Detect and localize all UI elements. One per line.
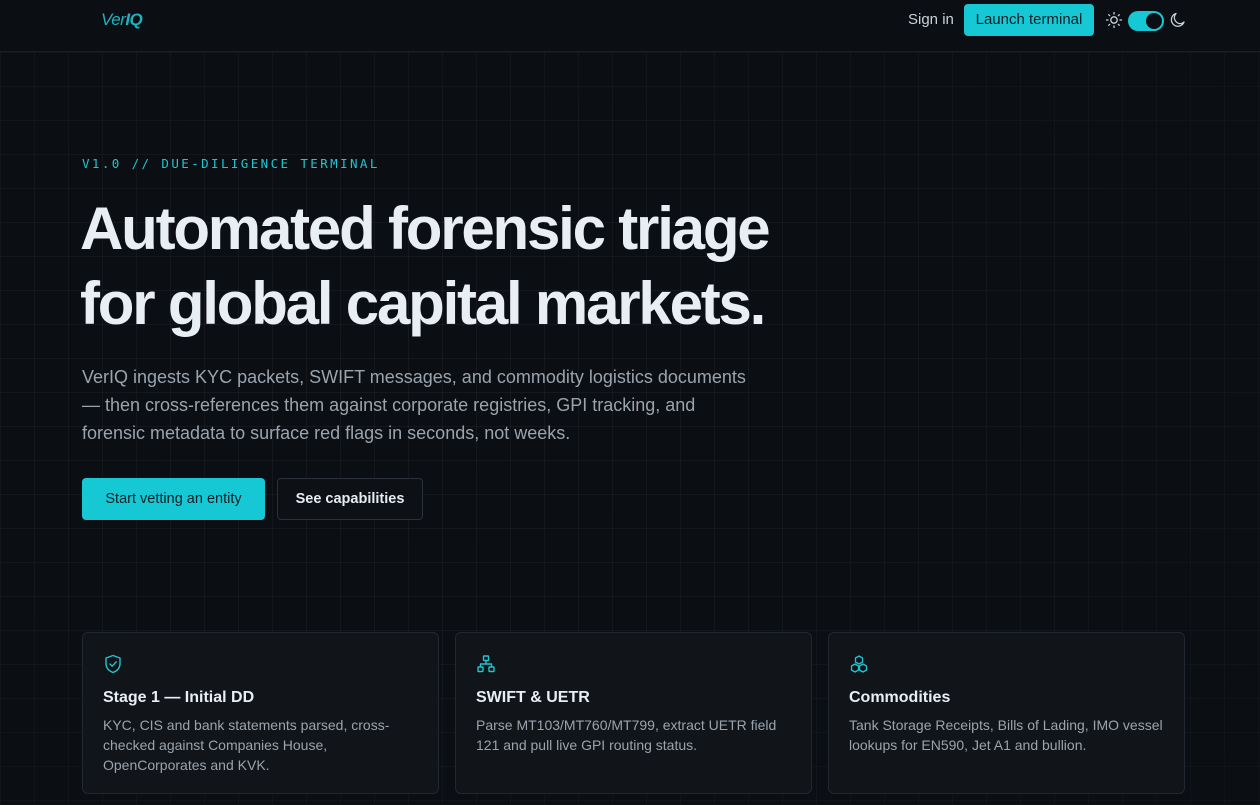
moon-icon[interactable] — [1170, 11, 1186, 29]
top-nav: VerIQ Sign in Launch terminal — [0, 0, 1260, 52]
theme-toggle[interactable] — [1128, 11, 1164, 31]
headline-line-1: Automated forensic triage — [80, 195, 771, 262]
logo[interactable]: VerIQ — [101, 10, 143, 30]
feature-card-swift: SWIFT & UETR Parse MT103/MT760/MT799, ex… — [455, 632, 812, 794]
logo-prefix: Ver — [101, 10, 126, 29]
boxes-icon — [850, 655, 868, 673]
see-capabilities-button[interactable]: See capabilities — [277, 478, 423, 520]
headline-line-2: for global capital markets. — [80, 270, 766, 337]
hero-headline: Automated forensic triage for global cap… — [80, 191, 800, 341]
card-body: Tank Storage Receipts, Bills of Lading, … — [849, 717, 1163, 753]
network-icon — [477, 655, 495, 673]
launch-terminal-button[interactable]: Launch terminal — [964, 4, 1094, 36]
eyebrow-label: V1.0 // DUE-DILIGENCE TERMINAL — [82, 156, 380, 171]
hero-lead: VerIQ ingests KYC packets, SWIFT message… — [82, 367, 746, 443]
start-vetting-button[interactable]: Start vetting an entity — [82, 478, 265, 520]
toggle-knob — [1146, 13, 1162, 29]
shield-check-icon — [105, 654, 121, 674]
sign-in-link[interactable]: Sign in — [908, 11, 954, 29]
card-body: KYC, CIS and bank statements parsed, cro… — [103, 717, 390, 773]
feature-card-commodities: Commodities Tank Storage Receipts, Bills… — [828, 632, 1185, 794]
card-title: SWIFT & UETR — [476, 689, 590, 706]
logo-suffix: IQ — [125, 10, 143, 29]
card-body: Parse MT103/MT760/MT799, extract UETR fi… — [476, 717, 777, 753]
feature-card-stage1: Stage 1 — Initial DD KYC, CIS and bank s… — [82, 632, 439, 794]
sun-icon[interactable] — [1105, 11, 1123, 29]
card-title: Stage 1 — Initial DD — [103, 689, 255, 706]
card-title: Commodities — [849, 689, 951, 706]
